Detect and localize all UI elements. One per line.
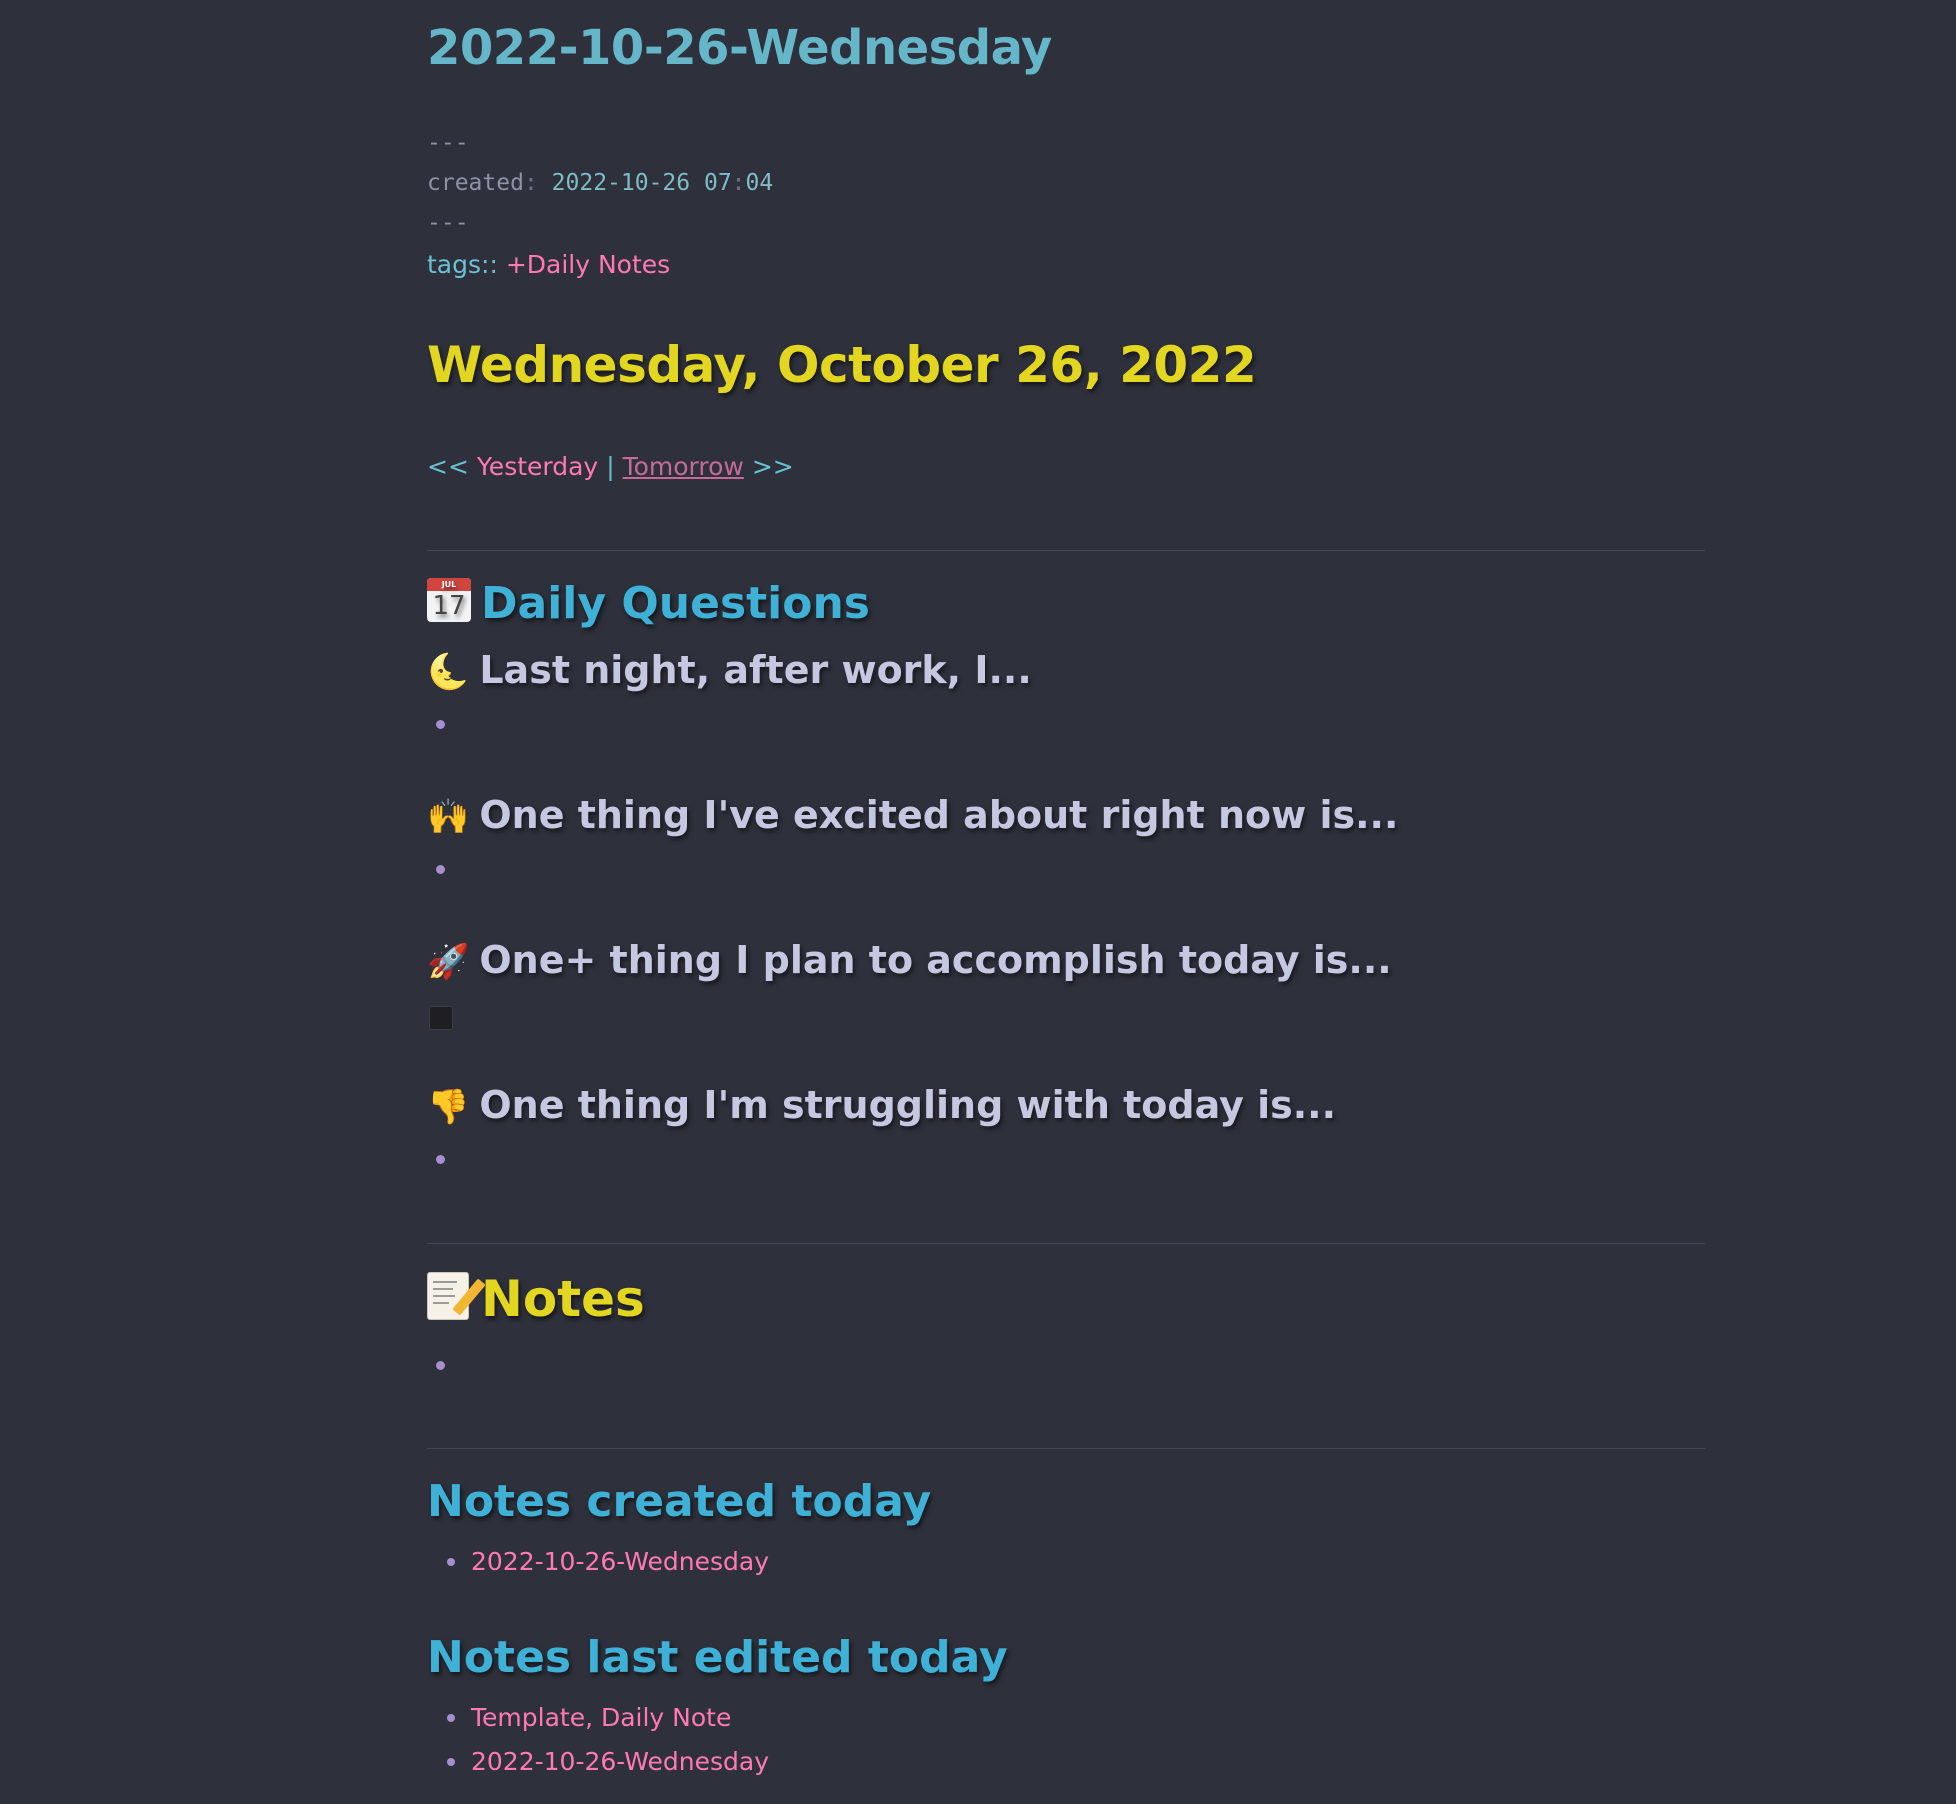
- notes-last-edited-today-list: Template, Daily Note 2022-10-26-Wednesda…: [427, 1696, 769, 1784]
- raised-hands-icon: 🙌: [427, 797, 470, 837]
- task-checkbox[interactable]: [429, 1006, 453, 1030]
- yesterday-link[interactable]: Yesterday: [477, 452, 598, 481]
- nav-separator: |: [606, 452, 615, 481]
- note-title: 2022-10-26-Wednesday: [427, 20, 1052, 76]
- question-text: One thing I've excited about right now i…: [479, 793, 1399, 837]
- question-heading: 🚀 One+ thing I plan to accomplish today i…: [427, 938, 1392, 982]
- nav-right-arrows: >>: [751, 452, 794, 481]
- note-link[interactable]: Template, Daily Note: [471, 1703, 731, 1732]
- frontmatter-created: created: 2022-10-26 07:04: [427, 170, 773, 196]
- divider: [427, 1448, 1705, 1449]
- notes-last-edited-today-heading: Notes last edited today: [427, 1632, 1008, 1683]
- calendar-icon-month: JUL: [427, 578, 471, 591]
- memo-icon: [427, 1272, 486, 1320]
- date-heading: Wednesday, October 26, 2022: [427, 336, 1257, 394]
- question-heading: 🙌 One thing I've excited about right now …: [427, 793, 1398, 837]
- note-link[interactable]: 2022-10-26-Wednesday: [471, 1547, 769, 1576]
- tag-daily-notes[interactable]: +Daily Notes: [506, 250, 670, 279]
- frontmatter-created-date: 2022-10-26 07: [551, 170, 732, 196]
- frontmatter-created-minutes: 04: [745, 170, 774, 196]
- empty-bullet[interactable]: [436, 865, 445, 874]
- frontmatter-created-key: created: [427, 170, 524, 196]
- question-heading: 🌜 Last night, after work, I...: [427, 648, 1032, 692]
- crescent-moon-icon: 🌜: [427, 652, 470, 692]
- question-heading: 👎 One thing I'm struggling with today is.…: [427, 1083, 1336, 1127]
- notes-created-today-heading: Notes created today: [427, 1476, 932, 1527]
- daily-questions-heading: JUL 17 Daily Questions: [427, 578, 870, 629]
- frontmatter-close: ---: [427, 210, 469, 236]
- daily-questions-title: Daily Questions: [481, 578, 870, 629]
- list-item: 2022-10-26-Wednesday: [427, 1540, 769, 1584]
- frontmatter-time-colon: :: [731, 170, 746, 196]
- question-text: Last night, after work, I...: [479, 648, 1032, 692]
- bullet-dot: [447, 1758, 455, 1766]
- day-navigation: << Yesterday | Tomorrow >>: [427, 452, 794, 481]
- nav-left-arrows: <<: [427, 452, 469, 481]
- question-text: One thing I'm struggling with today is..…: [479, 1083, 1337, 1127]
- bullet-dot: [447, 1714, 455, 1722]
- empty-bullet[interactable]: [436, 1361, 445, 1370]
- tags-line: tags:: +Daily Notes: [427, 250, 670, 279]
- list-item: Template, Daily Note: [427, 1696, 769, 1740]
- notes-title: Notes: [481, 1270, 645, 1328]
- tags-key: tags::: [427, 250, 498, 279]
- empty-bullet[interactable]: [436, 1155, 445, 1164]
- divider: [427, 550, 1705, 551]
- list-item: 2022-10-26-Wednesday: [427, 1740, 769, 1784]
- notes-created-today-list: 2022-10-26-Wednesday: [427, 1540, 769, 1584]
- bullet-dot: [447, 1558, 455, 1566]
- question-text: One+ thing I plan to accomplish today is…: [479, 938, 1392, 982]
- empty-bullet[interactable]: [436, 720, 445, 729]
- calendar-icon: JUL 17: [427, 578, 471, 622]
- rocket-icon: 🚀: [427, 942, 470, 982]
- notes-heading: Notes: [427, 1270, 645, 1328]
- divider: [427, 1243, 1705, 1244]
- note-link[interactable]: 2022-10-26-Wednesday: [471, 1747, 769, 1776]
- frontmatter-colon: :: [523, 170, 538, 196]
- thumbs-down-icon: 👎: [427, 1087, 470, 1127]
- calendar-icon-day: 17: [432, 591, 466, 621]
- frontmatter-open: ---: [427, 130, 469, 156]
- tomorrow-link[interactable]: Tomorrow: [623, 452, 744, 481]
